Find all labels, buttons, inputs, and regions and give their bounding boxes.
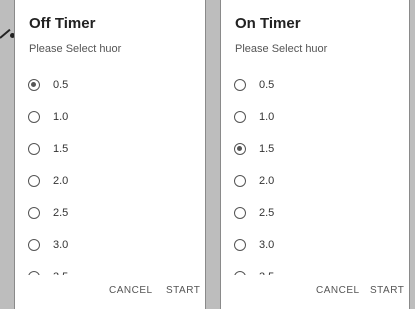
timer-option-1-5[interactable]: 1.5 xyxy=(221,136,409,162)
start-button[interactable]: START xyxy=(370,285,404,296)
option-label: 0.5 xyxy=(259,79,275,91)
radio-checked-icon[interactable] xyxy=(234,143,246,155)
timer-option-0-5[interactable]: 0.5 xyxy=(221,72,409,98)
on-timer-dialog: On Timer Please Select huor 0.5 1.0 1.5 2.0… xyxy=(220,0,410,309)
radio-unchecked-icon[interactable] xyxy=(28,239,40,251)
option-label: 2.0 xyxy=(259,175,275,187)
dialog-subtitle: Please Select huor xyxy=(235,43,328,55)
radio-unchecked-icon[interactable] xyxy=(234,111,246,123)
timer-option-2-0[interactable]: 2.0 xyxy=(221,168,409,194)
radio-unchecked-icon[interactable] xyxy=(234,207,246,219)
option-label: 2.5 xyxy=(53,207,69,219)
cancel-button[interactable]: CANCEL xyxy=(316,285,360,296)
radio-unchecked-icon[interactable] xyxy=(234,175,246,187)
option-label: 3.0 xyxy=(259,239,275,251)
dialog-scrim-middle xyxy=(206,0,220,309)
dialog-title: Off Timer xyxy=(29,15,96,32)
option-label: 2.0 xyxy=(53,175,69,187)
timer-option-0-5[interactable]: 0.5 xyxy=(15,72,205,98)
timer-option-2-5[interactable]: 2.5 xyxy=(15,200,205,226)
dialog-subtitle: Please Select huor xyxy=(29,43,122,55)
timer-option-3-0[interactable]: 3.0 xyxy=(15,232,205,258)
dialog-scrim-left xyxy=(0,0,14,309)
dialog-title: On Timer xyxy=(235,15,301,32)
radio-checked-icon[interactable] xyxy=(28,79,40,91)
timer-option-1-0[interactable]: 1.0 xyxy=(221,104,409,130)
timer-option-2-0[interactable]: 2.0 xyxy=(15,168,205,194)
option-label: 3.0 xyxy=(53,239,69,251)
option-label: 1.5 xyxy=(53,143,69,155)
option-label: 1.0 xyxy=(53,111,69,123)
timer-option-1-0[interactable]: 1.0 xyxy=(15,104,205,130)
off-timer-dialog: Off Timer Please Select huor 0.5 1.0 1.5 2.… xyxy=(14,0,206,309)
option-label: 1.5 xyxy=(259,143,275,155)
timer-option-2-5[interactable]: 2.5 xyxy=(221,200,409,226)
radio-unchecked-icon[interactable] xyxy=(28,207,40,219)
radio-unchecked-icon[interactable] xyxy=(234,79,246,91)
option-label: 2.5 xyxy=(259,207,275,219)
radio-unchecked-icon[interactable] xyxy=(234,239,246,251)
radio-unchecked-icon[interactable] xyxy=(28,143,40,155)
timer-option-1-5[interactable]: 1.5 xyxy=(15,136,205,162)
option-label: 1.0 xyxy=(259,111,275,123)
cancel-button[interactable]: CANCEL xyxy=(109,285,153,296)
radio-unchecked-icon[interactable] xyxy=(28,111,40,123)
radio-unchecked-icon[interactable] xyxy=(28,175,40,187)
option-label: 0.5 xyxy=(53,79,69,91)
start-button[interactable]: START xyxy=(166,285,200,296)
dialog-scrim-right xyxy=(410,0,415,309)
timer-option-3-0[interactable]: 3.0 xyxy=(221,232,409,258)
dialog-actions: CANCEL START xyxy=(221,275,409,309)
dialog-actions: CANCEL START xyxy=(15,275,205,309)
